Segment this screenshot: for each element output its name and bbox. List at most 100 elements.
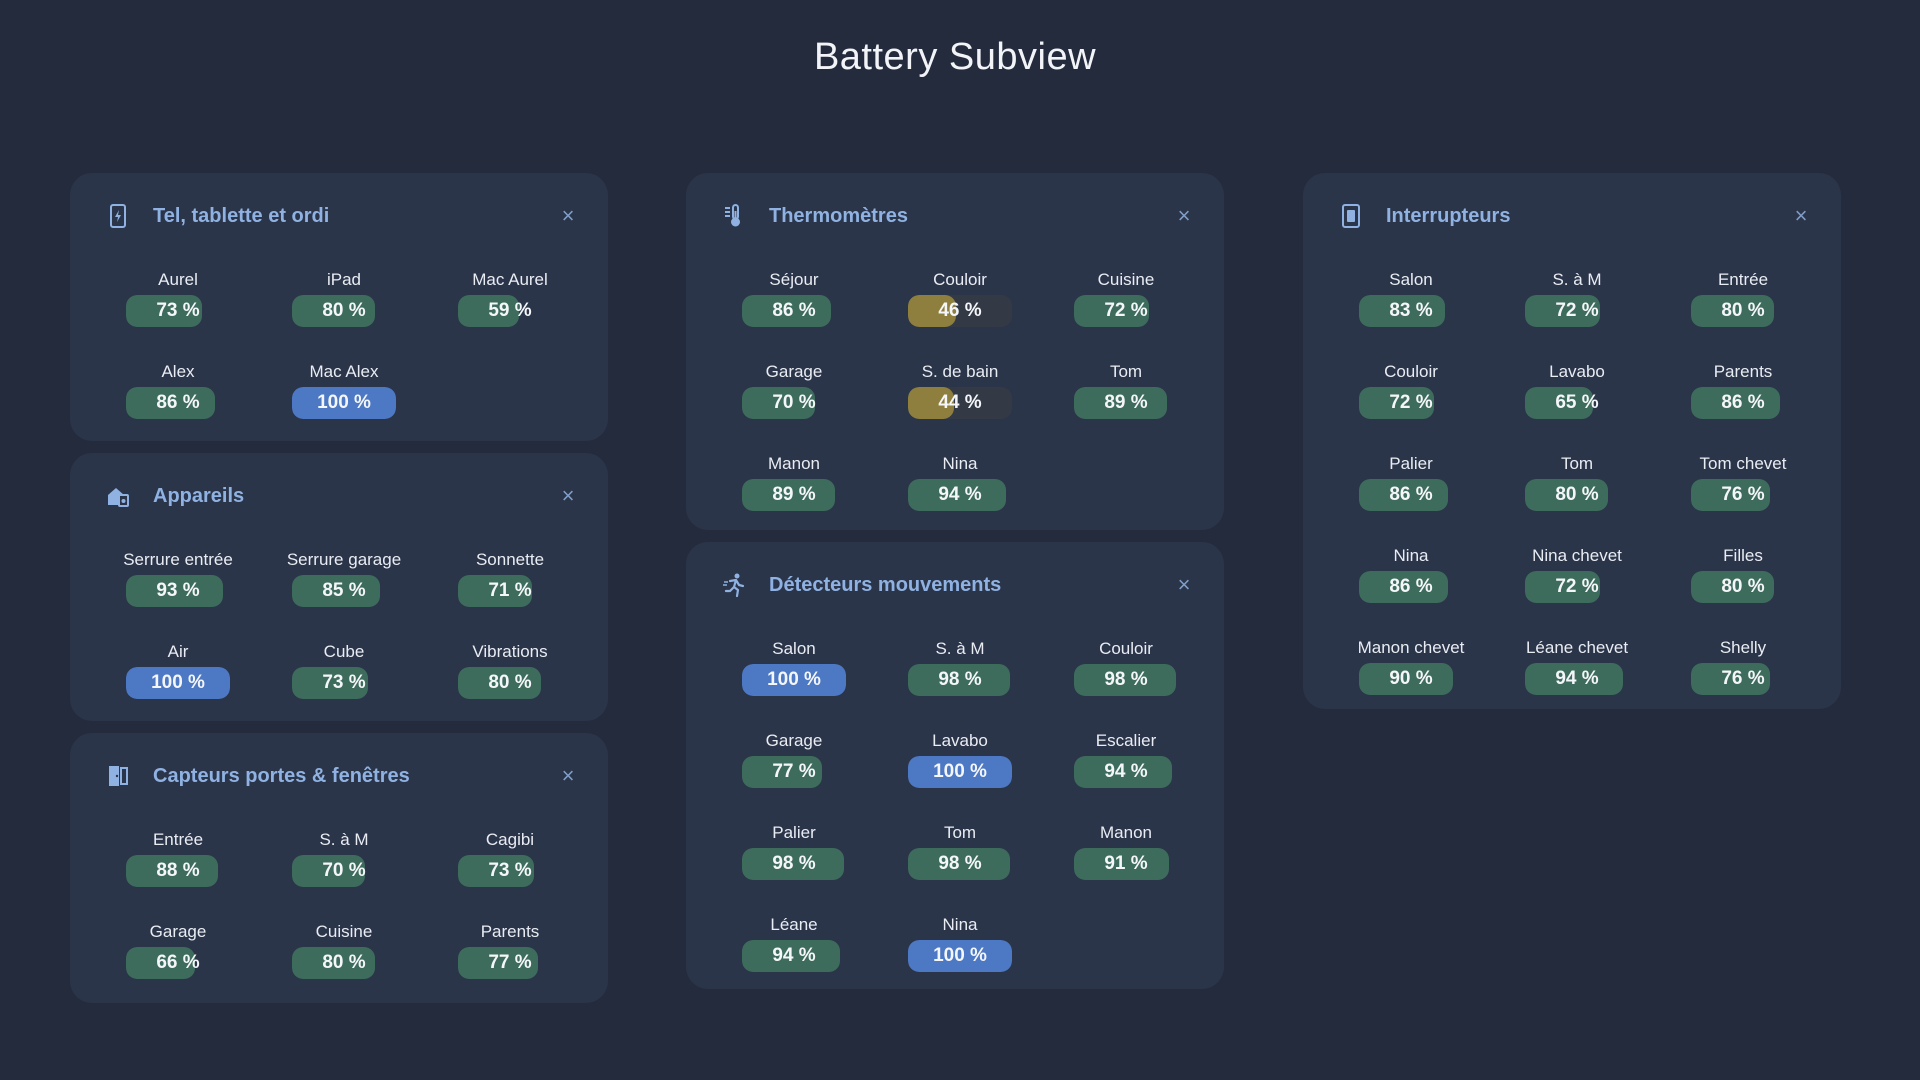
battery-item[interactable]: Lavabo 65 % xyxy=(1501,361,1667,419)
device-name: iPad xyxy=(326,270,362,289)
battery-item[interactable]: Palier 98 % xyxy=(718,822,884,880)
battery-percent: 100 % xyxy=(933,945,987,966)
battery-percent: 98 % xyxy=(1104,669,1148,690)
battery-item[interactable]: Nina 100 % xyxy=(884,914,1050,972)
battery-percent: 94 % xyxy=(772,945,816,966)
battery-level-badge: 44 % xyxy=(908,387,1012,419)
battery-item[interactable]: Garage 77 % xyxy=(718,730,884,788)
device-name: Parents xyxy=(1713,362,1773,381)
battery-item[interactable]: Manon 91 % xyxy=(1050,822,1216,880)
battery-percent: 83 % xyxy=(1389,300,1433,321)
battery-item[interactable]: Mac Aurel 59 % xyxy=(434,269,600,327)
battery-item[interactable]: Parents 86 % xyxy=(1667,361,1833,419)
battery-item[interactable]: Parents 77 % xyxy=(434,921,600,979)
battery-item[interactable]: Cube 73 % xyxy=(268,641,434,699)
battery-level-badge: 76 % xyxy=(1691,663,1795,695)
battery-percent: 80 % xyxy=(488,672,532,693)
battery-item[interactable]: Manon 89 % xyxy=(718,453,884,511)
battery-item[interactable]: Couloir 72 % xyxy=(1335,361,1501,419)
battery-item[interactable]: Shelly 76 % xyxy=(1667,637,1833,695)
close-icon[interactable]: × xyxy=(556,204,580,228)
battery-level-badge: 80 % xyxy=(292,947,396,979)
battery-item[interactable]: Cuisine 72 % xyxy=(1050,269,1216,327)
battery-item[interactable]: Cuisine 80 % xyxy=(268,921,434,979)
battery-percent: 76 % xyxy=(1721,668,1765,689)
close-icon[interactable]: × xyxy=(556,484,580,508)
battery-item[interactable]: iPad 80 % xyxy=(268,269,434,327)
battery-item[interactable]: Alex 86 % xyxy=(102,361,268,419)
battery-item[interactable]: Aurel 73 % xyxy=(102,269,268,327)
device-name: Entrée xyxy=(1717,270,1769,289)
battery-percent: 88 % xyxy=(156,860,200,881)
battery-item[interactable]: Lavabo 100 % xyxy=(884,730,1050,788)
device-name: Air xyxy=(167,642,189,661)
battery-item[interactable]: Sonnette 71 % xyxy=(434,549,600,607)
battery-item[interactable]: S. à M 72 % xyxy=(1501,269,1667,327)
battery-item[interactable]: Entrée 88 % xyxy=(102,829,268,887)
battery-item[interactable]: Palier 86 % xyxy=(1335,453,1501,511)
battery-item[interactable]: Entrée 80 % xyxy=(1667,269,1833,327)
battery-item[interactable]: Léane 94 % xyxy=(718,914,884,972)
card-title: Capteurs portes & fenêtres xyxy=(153,764,410,787)
battery-item[interactable]: Tom 89 % xyxy=(1050,361,1216,419)
battery-item[interactable]: Garage 66 % xyxy=(102,921,268,979)
battery-item[interactable]: Salon 100 % xyxy=(718,638,884,696)
battery-grid: Séjour 86 % Couloir 46 % Cuisine 72 % Garage 70… xyxy=(718,269,1216,511)
battery-item[interactable]: Filles 80 % xyxy=(1667,545,1833,603)
battery-level-badge: 98 % xyxy=(742,848,846,880)
battery-percent: 80 % xyxy=(1721,300,1765,321)
battery-item[interactable]: Couloir 46 % xyxy=(884,269,1050,327)
battery-item[interactable]: Léane chevet 94 % xyxy=(1501,637,1667,695)
battery-item[interactable]: Serrure entrée 93 % xyxy=(102,549,268,607)
battery-item[interactable]: Air 100 % xyxy=(102,641,268,699)
battery-item[interactable]: Tom chevet 76 % xyxy=(1667,453,1833,511)
battery-item[interactable]: Salon 83 % xyxy=(1335,269,1501,327)
battery-level-badge: 86 % xyxy=(1359,479,1463,511)
battery-item[interactable]: Nina chevet 72 % xyxy=(1501,545,1667,603)
device-name: Cube xyxy=(323,642,365,661)
device-name: Filles xyxy=(1723,546,1763,565)
battery-item[interactable]: Garage 70 % xyxy=(718,361,884,419)
battery-percent: 72 % xyxy=(1555,300,1599,321)
close-icon[interactable]: × xyxy=(1172,573,1196,597)
close-icon[interactable]: × xyxy=(556,764,580,788)
battery-item[interactable]: Séjour 86 % xyxy=(718,269,884,327)
battery-item[interactable]: Nina 86 % xyxy=(1335,545,1501,603)
device-name: Mac Alex xyxy=(309,362,379,381)
battery-item[interactable]: Mac Alex 100 % xyxy=(268,361,434,419)
battery-item[interactable]: Cagibi 73 % xyxy=(434,829,600,887)
battery-level-badge: 72 % xyxy=(1074,295,1178,327)
card-devices: Appareils × Serrure entrée 93 % Serrure gara… xyxy=(70,453,608,721)
battery-percent: 100 % xyxy=(317,392,371,413)
device-name: S. à M xyxy=(1552,270,1602,289)
card-header: Détecteurs mouvements × xyxy=(721,568,1196,602)
battery-grid: Entrée 88 % S. à M 70 % Cagibi 73 % Garage 66 %… xyxy=(102,829,600,979)
battery-item[interactable]: Nina 94 % xyxy=(884,453,1050,511)
card-title: Interrupteurs xyxy=(1386,204,1511,227)
device-name: Serrure entrée xyxy=(123,550,233,569)
device-name: Manon xyxy=(768,454,820,473)
battery-item[interactable]: Vibrations 80 % xyxy=(434,641,600,699)
battery-level-badge: 73 % xyxy=(458,855,562,887)
battery-level-badge: 80 % xyxy=(458,667,562,699)
battery-percent: 98 % xyxy=(938,853,982,874)
battery-item[interactable]: Couloir 98 % xyxy=(1050,638,1216,696)
battery-level-badge: 100 % xyxy=(126,667,230,699)
battery-percent: 72 % xyxy=(1555,576,1599,597)
battery-item[interactable]: Escalier 94 % xyxy=(1050,730,1216,788)
battery-percent: 59 % xyxy=(488,300,532,321)
battery-item[interactable]: Tom 98 % xyxy=(884,822,1050,880)
battery-item[interactable]: Tom 80 % xyxy=(1501,453,1667,511)
battery-item[interactable]: S. de bain 44 % xyxy=(884,361,1050,419)
battery-percent: 94 % xyxy=(1555,668,1599,689)
battery-item[interactable]: S. à M 98 % xyxy=(884,638,1050,696)
battery-item[interactable]: Manon chevet 90 % xyxy=(1335,637,1501,695)
battery-item[interactable]: Serrure garage 85 % xyxy=(268,549,434,607)
battery-level-badge: 59 % xyxy=(458,295,562,327)
battery-item[interactable]: S. à M 70 % xyxy=(268,829,434,887)
close-icon[interactable]: × xyxy=(1172,204,1196,228)
battery-grid: Aurel 73 % iPad 80 % Mac Aurel 59 % Alex 86 % Ma… xyxy=(102,269,600,419)
battery-percent: 85 % xyxy=(322,580,366,601)
close-icon[interactable]: × xyxy=(1789,204,1813,228)
battery-percent: 65 % xyxy=(1555,392,1599,413)
